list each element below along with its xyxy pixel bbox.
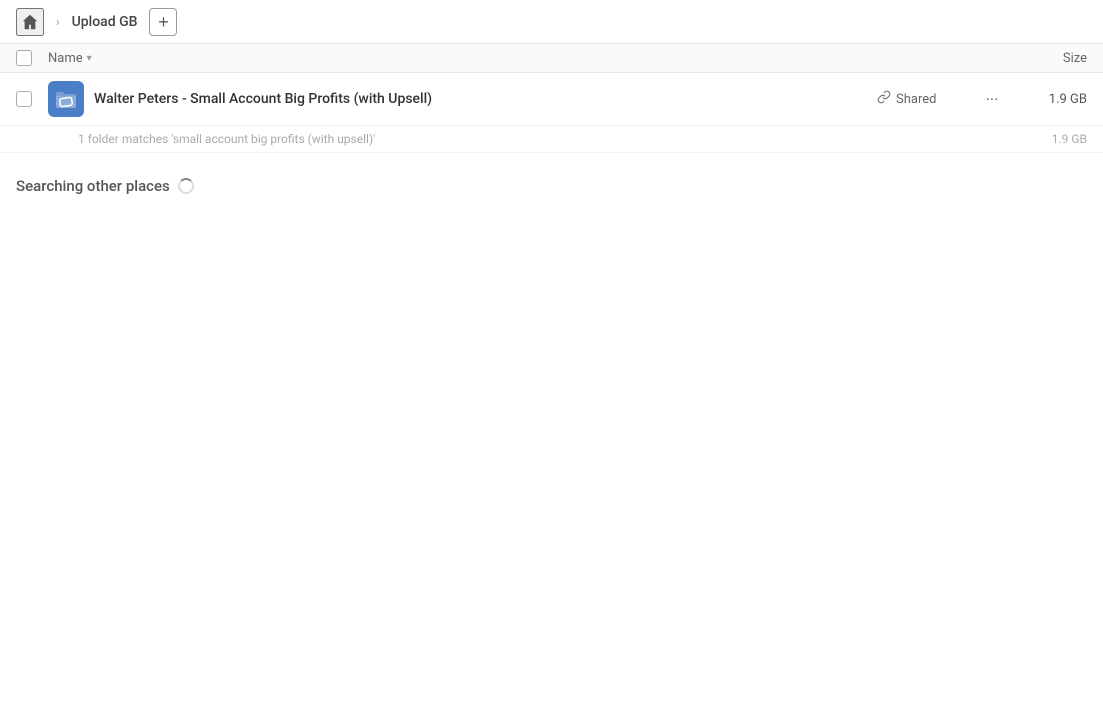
folder-svg: [48, 81, 84, 117]
select-all-checkbox[interactable]: [16, 50, 32, 66]
file-name: Walter Peters - Small Account Big Profit…: [94, 91, 877, 107]
select-all-checkbox-col[interactable]: [16, 50, 48, 66]
searching-label: Searching other places: [16, 177, 1087, 195]
shared-label: Shared: [896, 92, 936, 107]
row-checkbox-col: [16, 91, 48, 107]
name-column-label: Name: [48, 51, 83, 66]
searching-text: Searching other places: [16, 177, 170, 195]
summary-row: 1 folder matches 'small account big prof…: [0, 126, 1103, 153]
name-column-header[interactable]: Name ▾: [48, 51, 927, 66]
home-button[interactable]: [16, 8, 44, 36]
home-icon: [21, 13, 39, 31]
searching-section: Searching other places: [0, 153, 1103, 219]
file-row[interactable]: Walter Peters - Small Account Big Profit…: [0, 73, 1103, 126]
breadcrumb-label: Upload GB: [72, 14, 138, 30]
loading-spinner: [178, 178, 194, 194]
file-size: 1.9 GB: [1007, 92, 1087, 107]
summary-text: 1 folder matches 'small account big prof…: [78, 132, 1007, 146]
row-checkbox[interactable]: [16, 91, 32, 107]
folder-icon: [48, 81, 84, 117]
more-options-button[interactable]: ···: [977, 84, 1007, 114]
link-icon: [877, 90, 891, 108]
toolbar: › Upload GB +: [0, 0, 1103, 44]
add-button[interactable]: +: [149, 8, 177, 36]
summary-size: 1.9 GB: [1007, 132, 1087, 146]
sort-arrow-icon: ▾: [87, 53, 92, 64]
shared-status: Shared: [877, 90, 977, 108]
breadcrumb-separator: ›: [56, 15, 60, 29]
size-column-header[interactable]: Size: [1007, 51, 1087, 66]
column-headers: Name ▾ Size: [0, 44, 1103, 73]
